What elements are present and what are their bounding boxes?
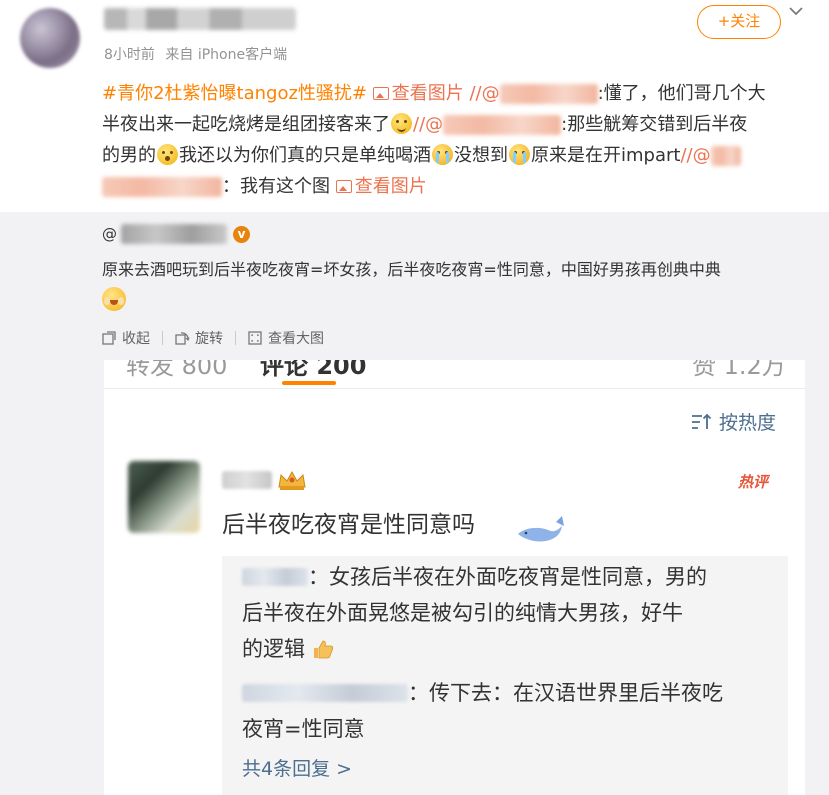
reply-user-blurred [242,684,408,702]
view-image-link[interactable]: 查看图片 [335,176,427,197]
embedded-screenshot-image[interactable]: 转发 800 评论 200 赞 1.2万 按热度 热评 后半夜吃夜宵是性同意吗 … [104,360,805,795]
image-icon [372,87,389,100]
tab-repost: 转发 800 [126,360,228,380]
tabs-row-cropped: 转发 800 评论 200 赞 1.2万 [104,360,805,380]
post-line-1: #青你2杜紫怡曝tangoz性骚扰# 查看图片 //@ :懂了，他们哥几个大 [102,78,814,109]
reply-1-text: 的逻辑 [242,637,305,661]
hot-comment-badge: 热评 [738,473,769,491]
tab-comments: 评论 200 [260,360,367,380]
user-name-blurred[interactable] [104,8,296,30]
active-tab-indicator [282,381,336,385]
post-line-1-text: :懂了，他们哥几个大 [597,83,766,104]
sort-label: 按热度 [719,412,777,434]
crying-emoji-icon [509,144,530,165]
post-line-3-text: 我还以为你们真的只是单纯喝酒 [179,145,431,166]
rotate-icon [175,332,190,345]
rotate-button[interactable]: 旋转 [175,328,223,348]
reply-1-cont: 的逻辑 [242,630,334,668]
divider [235,331,236,345]
hashtag-link[interactable]: #青你2杜紫怡曝tangoz性骚扰# [102,83,367,104]
rotate-label: 旋转 [195,331,223,347]
crying-emoji-icon [432,144,453,165]
divider [104,388,805,389]
reply-1-cont: 后半夜在外面晃悠是被勾引的纯情大男孩，好牛 [242,601,683,625]
surprised-emoji-icon [157,144,178,165]
chevron-down-icon[interactable] [787,2,805,20]
retweet-text: 原来去酒吧玩到后半夜吃夜宵=坏女孩，后半夜吃夜宵=性同意，中国好男孩再创典中典 [102,260,721,279]
post-line-3-text: 原来是在开impart [531,145,681,166]
mention-blurred[interactable] [443,115,562,135]
more-replies-link: 共4条回复 > [242,758,353,780]
collapse-icon [102,331,116,345]
post-line-3: 的男的 我还以为你们真的只是单纯喝酒 没想到 原来是在开impart//@ [102,140,814,171]
post-line-3-text: 没想到 [454,145,508,166]
post-line-2-text: 半夜出来一起吃烧烤是组团接客来了 [102,114,390,135]
post-source[interactable]: 来自 iPhone客户端 [165,47,287,63]
retweet-at-symbol[interactable]: @ [102,225,117,243]
view-image-link[interactable]: 查看图片 [372,83,464,104]
post-time: 8小时前 [104,47,155,63]
retweet-at-prefix[interactable]: //@ [413,114,443,135]
reply-1: ：女孩后半夜在外面吃夜宵是性同意，男的 [242,558,707,596]
post-meta: 8小时前 来自 iPhone客户端 [104,44,293,64]
whale-sticker-icon [518,516,564,542]
comment-text: 后半夜吃夜宵是性同意吗 [222,512,475,538]
post-line-4-text: ：我有这个图 [222,176,330,197]
view-large-label: 查看大图 [268,331,324,347]
mention-blurred[interactable] [710,146,741,166]
retweet-at-prefix[interactable]: //@ [680,145,710,166]
post-line-2-suffix: :那些觥筹交错到后半夜 [561,114,748,135]
verified-badge-icon: v [233,226,250,243]
reply-2: ：传下去：在汉语世界里后半夜吃 [242,674,723,712]
collapse-button[interactable]: 收起 [102,328,150,348]
weibo-post: 8小时前 来自 iPhone客户端 +关注 #青你2杜紫怡曝tangoz性骚扰#… [0,0,829,212]
commenter-avatar [128,461,200,533]
image-icon [335,180,352,193]
sort-icon [692,413,712,429]
post-line-3-text: 的男的 [102,145,156,166]
post-line-2: 半夜出来一起吃烧烤是组团接客来了 //@ :那些觥筹交错到后半夜 [102,109,814,140]
reply-2-cont: 夜宵=性同意 [242,717,365,741]
sort-by-hot: 按热度 [690,408,776,435]
tab-likes: 赞 1.2万 [692,360,786,380]
crown-badge-icon [278,470,306,490]
image-actions: 收起 旋转 查看大图 [102,328,324,348]
reply-user-blurred [242,568,308,586]
magnify-icon [248,331,262,345]
reply-1-text: ：女孩后半夜在外面吃夜宵是性同意，男的 [308,565,707,589]
user-avatar[interactable] [20,8,80,68]
mention-blurred[interactable] [499,84,598,104]
smirk-emoji-icon [391,113,412,134]
retweet-panel: @ v 原来去酒吧玩到后半夜吃夜宵=坏女孩，后半夜吃夜宵=性同意，中国好男孩再创… [0,212,829,795]
collapse-label: 收起 [122,331,150,347]
divider [162,331,163,345]
thumbs-up-icon [313,640,333,659]
shy-face-emoji-icon [102,287,126,311]
sub-replies-panel: ：女孩后半夜在外面吃夜宵是性同意，男的 后半夜在外面晃悠是被勾引的纯情大男孩，好… [222,556,788,795]
retweet-user-blurred[interactable] [121,224,227,244]
mention-blurred[interactable] [102,177,222,197]
post-line-4: ：我有这个图 查看图片 [102,171,814,202]
view-large-button[interactable]: 查看大图 [248,328,324,348]
commenter-name-blurred [222,471,272,489]
retweet-at-prefix[interactable]: //@ [469,83,499,104]
post-body: #青你2杜紫怡曝tangoz性骚扰# 查看图片 //@ :懂了，他们哥几个大 半夜… [102,78,814,202]
retweet-body: 原来去酒吧玩到后半夜吃夜宵=坏女孩，后半夜吃夜宵=性同意，中国好男孩再创典中典 [102,256,814,314]
reply-2-text: ：传下去：在汉语世界里后半夜吃 [408,681,723,705]
follow-button[interactable]: +关注 [697,5,781,39]
